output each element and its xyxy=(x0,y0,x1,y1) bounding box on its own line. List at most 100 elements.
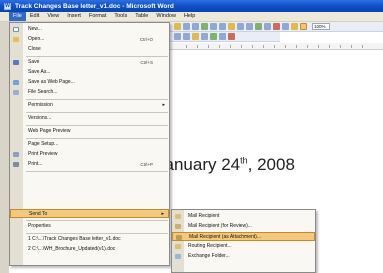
mail-attachment-icon xyxy=(176,235,182,240)
ruler-ticks xyxy=(186,45,369,48)
send-to-mail-review[interactable]: Mail Recipient (for Review)... xyxy=(172,222,315,231)
word-app-icon[interactable]: W xyxy=(4,2,11,10)
toolbar-spelling-icon[interactable] xyxy=(201,23,208,30)
file-menu-save-label: Save xyxy=(28,59,40,65)
exchange-folder-icon xyxy=(175,254,181,259)
menu-separator xyxy=(26,56,168,57)
file-menu-permission-label: Permission xyxy=(28,102,53,108)
file-menu-versions[interactable]: Versions... xyxy=(10,114,169,123)
file-menu-new-label: New... xyxy=(28,26,42,32)
file-menu-permission[interactable]: Permission ▸ xyxy=(10,101,169,110)
file-menu-print-preview[interactable]: Print Preview xyxy=(10,150,169,159)
file-menu-print-shortcut: Ctrl+P xyxy=(140,162,153,167)
file-menu-save-as-label: Save As... xyxy=(28,69,51,75)
date-year: , 2008 xyxy=(247,155,295,174)
toolbar-paste-icon[interactable] xyxy=(228,23,235,30)
horizontal-ruler[interactable] xyxy=(170,43,383,50)
menu-table[interactable]: Table xyxy=(131,12,152,21)
menu-view[interactable]: View xyxy=(43,12,63,21)
menu-edit[interactable]: Edit xyxy=(26,12,43,21)
menu-separator xyxy=(26,233,168,234)
file-menu-print-label: Print... xyxy=(28,161,43,167)
file-menu-recent-2[interactable]: 2 C:\...\WH_Brochure_Updated(v1).doc xyxy=(10,245,169,254)
toolbar-save-icon[interactable] xyxy=(183,23,190,30)
menu-bar: File Edit View Insert Format Tools Table… xyxy=(0,12,383,22)
file-menu-file-search[interactable]: File Search... xyxy=(10,88,169,97)
left-edge-strip xyxy=(0,22,9,273)
save-icon xyxy=(13,60,19,65)
date-superscript: th xyxy=(240,155,248,166)
file-menu-save-web[interactable]: Save as Web Page... xyxy=(10,78,169,87)
mail-review-icon xyxy=(175,224,181,229)
file-menu-open-label: Open... xyxy=(28,36,45,42)
toolbar-bold-icon[interactable] xyxy=(174,33,181,40)
toolbar-undo-icon[interactable] xyxy=(237,23,244,30)
send-to-routing-label: Routing Recipient... xyxy=(188,243,232,249)
menu-help[interactable]: Help xyxy=(180,12,199,21)
menu-window[interactable]: Window xyxy=(152,12,180,21)
file-menu-recent-1[interactable]: 1 C:\...\Track Changes Base letter_v1.do… xyxy=(10,235,169,244)
send-to-exchange-folder[interactable]: Exchange Folder... xyxy=(172,252,315,261)
file-menu: New... Open... Ctrl+O Close Save Ctrl+S … xyxy=(9,22,170,266)
file-menu-file-search-label: File Search... xyxy=(28,89,58,95)
file-menu-versions-label: Versions... xyxy=(28,115,52,121)
menu-format[interactable]: Format xyxy=(85,12,110,21)
toolbar-reject-icon[interactable] xyxy=(228,33,235,40)
send-to-submenu: Mail Recipient Mail Recipient (for Revie… xyxy=(171,209,316,273)
toolbar-drawing-icon[interactable] xyxy=(291,23,298,30)
send-to-mail-recipient-label: Mail Recipient xyxy=(188,213,220,219)
file-menu-print[interactable]: Print... Ctrl+P xyxy=(10,160,169,169)
routing-icon xyxy=(175,244,181,249)
file-menu-properties[interactable]: Properties xyxy=(10,222,169,231)
date-main: January 24 xyxy=(170,155,241,174)
file-menu-print-preview-label: Print Preview xyxy=(28,151,58,157)
toolbar-open-icon[interactable] xyxy=(174,23,181,30)
mail-icon xyxy=(175,214,181,219)
word-window: W Track Changes Base letter_v1.doc - Mic… xyxy=(0,0,383,273)
toolbar-italic-icon[interactable] xyxy=(183,33,190,40)
file-menu-new[interactable]: New... xyxy=(10,25,169,34)
file-menu-save[interactable]: Save Ctrl+S xyxy=(10,58,169,67)
toolbar-cut-icon[interactable] xyxy=(210,23,217,30)
menu-separator xyxy=(26,171,168,172)
toolbar-columns-icon[interactable] xyxy=(282,23,289,30)
file-menu-page-setup[interactable]: Page Setup... xyxy=(10,140,169,149)
menu-insert[interactable]: Insert xyxy=(63,12,85,21)
file-menu-close[interactable]: Close xyxy=(10,45,169,54)
formatting-toolbar xyxy=(170,32,280,42)
toolbar-copy-icon[interactable] xyxy=(219,23,226,30)
toolbar-show-hide-icon[interactable] xyxy=(300,23,307,30)
menu-separator xyxy=(26,112,168,113)
window-title: Track Changes Base letter_v1.doc - Micro… xyxy=(15,2,174,10)
toolbar-highlight-icon[interactable] xyxy=(192,33,199,40)
send-to-routing[interactable]: Routing Recipient... xyxy=(172,242,315,251)
toolbar-excel-icon[interactable] xyxy=(273,23,280,30)
file-menu-recent-2-label: 2 C:\...\WH_Brochure_Updated(v1).doc xyxy=(28,246,116,252)
toolbar-track-changes-icon[interactable] xyxy=(210,33,217,40)
toolbar-redo-icon[interactable] xyxy=(246,23,253,30)
menu-separator xyxy=(26,125,168,126)
file-menu-web-preview[interactable]: Web Page Preview xyxy=(10,127,169,136)
toolbar-align-icon[interactable] xyxy=(201,33,208,40)
print-preview-icon xyxy=(13,152,19,157)
file-menu-send-to[interactable]: Send To ▸ xyxy=(10,209,169,218)
file-menu-properties-label: Properties xyxy=(28,223,51,229)
toolbar-review-icon[interactable] xyxy=(219,33,226,40)
toolbar-table-icon[interactable] xyxy=(264,23,271,30)
send-to-mail-review-label: Mail Recipient (for Review)... xyxy=(188,223,252,229)
submenu-arrow-icon: ▸ xyxy=(161,211,164,217)
toolbar-hyperlink-icon[interactable] xyxy=(255,23,262,30)
file-menu-open[interactable]: Open... Ctrl+O xyxy=(10,35,169,44)
send-to-mail-recipient[interactable]: Mail Recipient xyxy=(172,212,315,221)
zoom-select[interactable]: 100% xyxy=(312,23,330,30)
send-to-mail-attachment[interactable]: Mail Recipient (as Attachment)... xyxy=(172,232,315,241)
toolbar-print-icon[interactable] xyxy=(192,23,199,30)
menu-tools[interactable]: Tools xyxy=(110,12,131,21)
standard-toolbar: 100% xyxy=(170,22,383,32)
file-search-icon xyxy=(13,90,19,95)
menu-file[interactable]: File xyxy=(9,12,26,21)
document-date-line[interactable]: January 24th, 2008 xyxy=(170,155,330,179)
file-menu-save-as[interactable]: Save As... xyxy=(10,68,169,77)
menu-separator xyxy=(26,138,168,139)
send-to-exchange-folder-label: Exchange Folder... xyxy=(188,253,230,259)
